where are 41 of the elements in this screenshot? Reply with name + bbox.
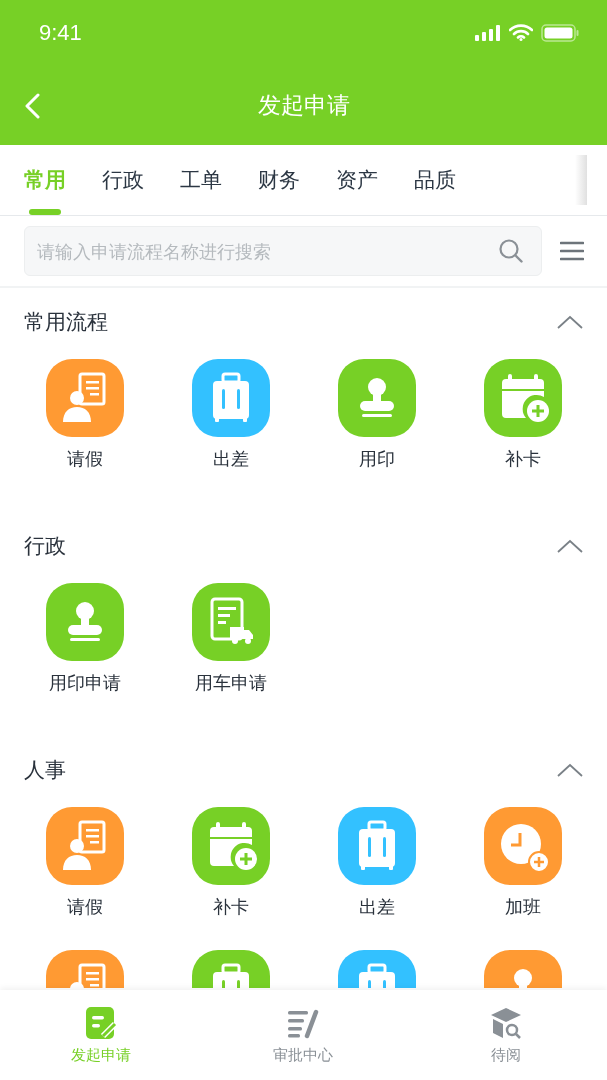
process-icon[interactable] [192, 583, 270, 661]
process-icon[interactable] [484, 807, 562, 885]
process-label: 请假 [67, 447, 103, 471]
process-icon[interactable] [192, 359, 270, 437]
category-tab[interactable]: 工单 [180, 145, 222, 215]
page-title: 发起申请 [257, 90, 350, 120]
search-icon[interactable] [498, 238, 524, 264]
process-label: 用印 [359, 447, 395, 471]
search-field[interactable]: 请输入申请流程名称进行搜索 [24, 226, 542, 276]
collapse-icon[interactable] [557, 539, 583, 553]
process-label: 补卡 [213, 895, 249, 919]
section-title: 常用流程 [24, 309, 108, 336]
process-label: 加班 [505, 895, 541, 919]
section-title: 行政 [24, 533, 66, 560]
scroll-shadow [575, 155, 587, 205]
wifi-icon [509, 24, 533, 41]
process-label: 用车申请 [195, 671, 267, 695]
status-time: 9:41 [39, 19, 82, 46]
process-label: 补卡 [505, 447, 541, 471]
process-icon[interactable] [46, 807, 124, 885]
signal-icon [475, 24, 501, 41]
category-tab[interactable]: 品质 [414, 145, 456, 215]
process-icon[interactable] [338, 807, 416, 885]
category-tab[interactable]: 财务 [258, 145, 300, 215]
back-icon[interactable] [24, 93, 40, 119]
collapse-icon[interactable] [557, 763, 583, 777]
process-icon[interactable] [338, 359, 416, 437]
process-label: 出差 [359, 895, 395, 919]
process-icon[interactable] [46, 583, 124, 661]
process-label: 出差 [213, 447, 249, 471]
collapse-icon[interactable] [557, 315, 583, 329]
section-title: 人事 [24, 757, 66, 784]
category-tab[interactable]: 资产 [336, 145, 378, 215]
process-icon[interactable] [46, 359, 124, 437]
process-icon[interactable] [192, 807, 270, 885]
process-label: 请假 [67, 895, 103, 919]
category-tab[interactable]: 行政 [102, 145, 144, 215]
menu-icon[interactable] [560, 241, 584, 261]
battery-icon [541, 23, 579, 42]
process-icon[interactable] [484, 359, 562, 437]
process-label: 用印申请 [49, 671, 121, 695]
